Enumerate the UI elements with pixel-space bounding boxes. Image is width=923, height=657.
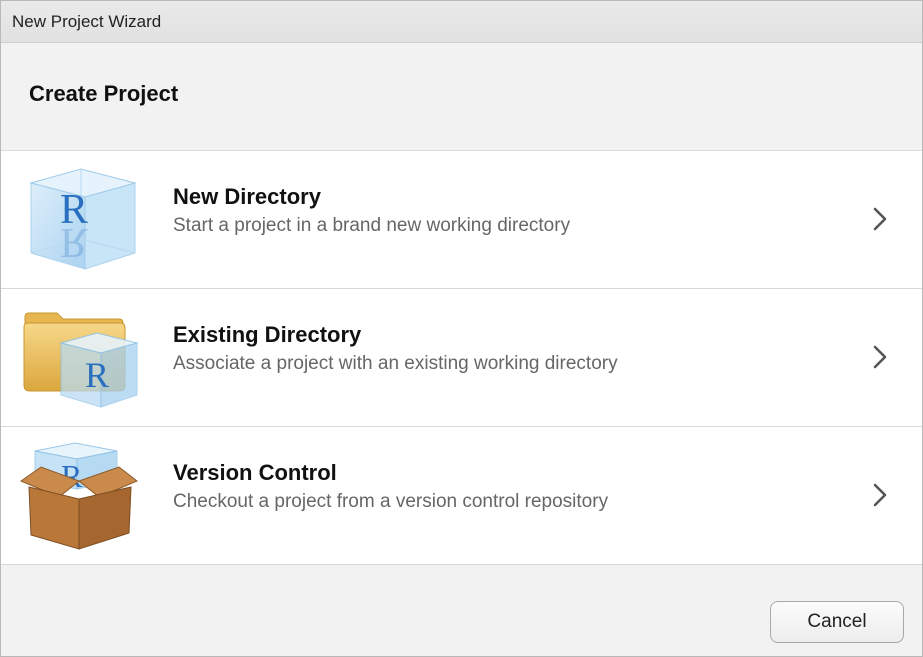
window-titlebar[interactable]: New Project Wizard (1, 1, 922, 43)
r-cube-icon: R R (19, 165, 141, 275)
box-r-icon: R (19, 441, 141, 551)
option-text: Version Control Checkout a project from … (173, 460, 608, 515)
window-title: New Project Wizard (12, 11, 162, 31)
svg-text:R: R (85, 355, 109, 395)
chevron-right-icon (873, 207, 887, 231)
option-description: Start a project in a brand new working d… (173, 215, 571, 236)
option-new-directory[interactable]: R R New Directory Start a project in a b… (1, 151, 922, 289)
wizard-header: Create Project (1, 43, 922, 151)
page-title: Create Project (29, 81, 179, 106)
cancel-button[interactable]: Cancel (770, 601, 904, 643)
option-title: Existing Directory (173, 322, 362, 347)
option-description: Checkout a project from a version contro… (173, 491, 609, 512)
svg-text:R: R (60, 219, 88, 265)
folder-r-icon: R (19, 303, 141, 413)
option-text: Existing Directory Associate a project w… (173, 322, 618, 377)
option-title: New Directory (173, 184, 321, 209)
option-text: New Directory Start a project in a brand… (173, 184, 570, 239)
chevron-right-icon (873, 483, 887, 507)
new-project-wizard-dialog: New Project Wizard Create Project R R Ne… (0, 0, 923, 657)
project-type-list: R R New Directory Start a project in a b… (1, 151, 922, 565)
chevron-right-icon (873, 345, 887, 369)
option-description: Associate a project with an existing wor… (173, 353, 618, 374)
option-version-control[interactable]: R Version Control Checkout a project fro… (1, 427, 922, 565)
option-title: Version Control (173, 460, 337, 485)
dialog-footer: Cancel (1, 567, 922, 656)
option-existing-directory[interactable]: R Existing Directory Associate a project… (1, 289, 922, 427)
